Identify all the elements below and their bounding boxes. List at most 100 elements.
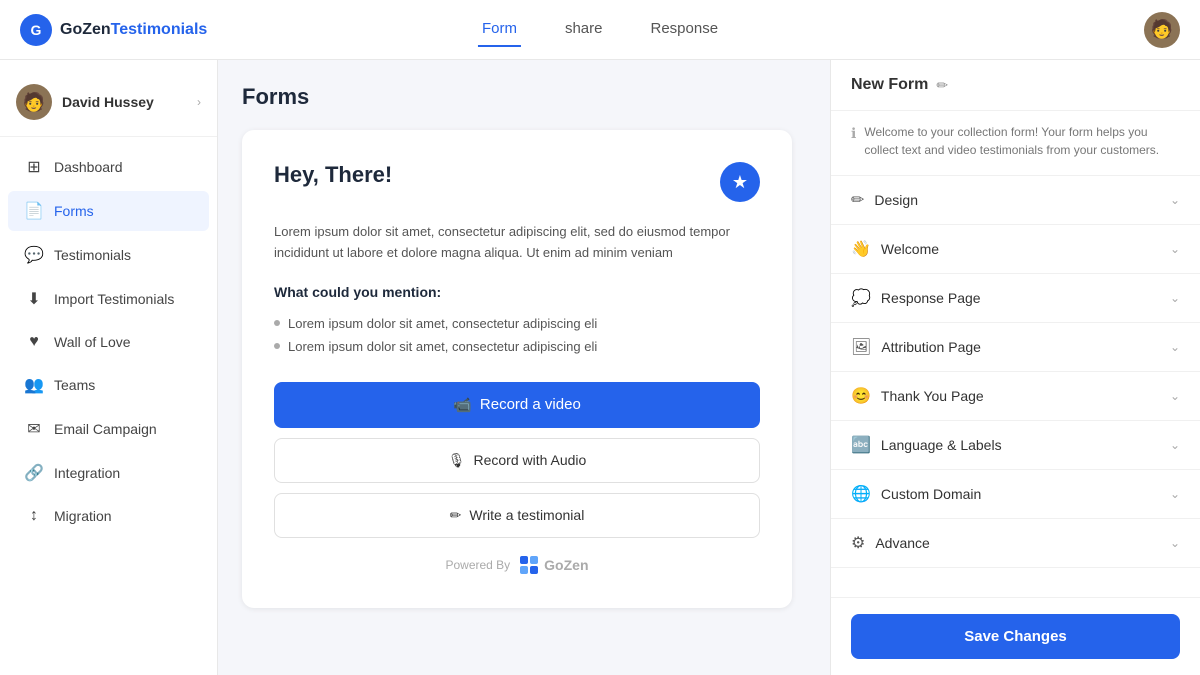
write-testimonial-button[interactable]: ✏ Write a testimonial xyxy=(274,493,760,538)
new-form-title: New Form xyxy=(851,76,928,94)
migration-icon: ↕ xyxy=(24,507,44,525)
mention-list: Lorem ipsum dolor sit amet, consectetur … xyxy=(274,312,760,358)
sidebar-label-testimonials: Testimonials xyxy=(54,247,131,263)
sidebar-label-wall-of-love: Wall of Love xyxy=(54,334,131,350)
accordion-response-page-header[interactable]: 💭 Response Page ⌄ xyxy=(831,274,1200,322)
accordion-response-page-label: Response Page xyxy=(881,290,981,306)
mention-title: What could you mention: xyxy=(274,284,760,300)
sidebar-item-teams[interactable]: 👥 Teams xyxy=(8,365,209,405)
sidebar: 🧑 David Hussey › ⊞ Dashboard 📄 Forms 💬 T… xyxy=(0,60,218,675)
accordion-custom-domain: 🌐 Custom Domain ⌄ xyxy=(831,470,1200,519)
user-row[interactable]: 🧑 David Hussey › xyxy=(0,76,217,137)
accordion-language-labels-left: 🔤 Language & Labels xyxy=(851,435,1002,455)
accordion-advance-header[interactable]: ⚙ Advance ⌄ xyxy=(831,519,1200,567)
accordion-welcome: 👋 Welcome ⌄ xyxy=(831,225,1200,274)
chevron-down-icon: ⌄ xyxy=(1170,487,1180,501)
chevron-down-icon: ⌄ xyxy=(1170,438,1180,452)
gozen-logo-svg xyxy=(518,554,540,576)
sidebar-user-name: David Hussey xyxy=(62,94,187,110)
wall-of-love-icon: ♥ xyxy=(24,333,44,351)
record-video-button[interactable]: 📹 Record a video xyxy=(274,382,760,428)
chevron-down-icon: ⌄ xyxy=(1170,340,1180,354)
email-icon: ✉ xyxy=(24,419,44,439)
sidebar-item-migration[interactable]: ↕ Migration xyxy=(8,497,209,535)
accordion-language-labels-header[interactable]: 🔤 Language & Labels ⌄ xyxy=(831,421,1200,469)
write-icon: ✏ xyxy=(450,507,462,524)
accordion-thank-you-page-label: Thank You Page xyxy=(881,388,984,404)
tab-response[interactable]: Response xyxy=(646,12,722,47)
thank-you-page-icon: 😊 xyxy=(851,386,871,406)
avatar: 🧑 xyxy=(1144,12,1180,48)
sidebar-label-teams: Teams xyxy=(54,377,95,393)
sidebar-item-wall-of-love[interactable]: ♥ Wall of Love xyxy=(8,323,209,361)
sidebar-label-integration: Integration xyxy=(54,465,120,481)
sidebar-item-integration[interactable]: 🔗 Integration xyxy=(8,453,209,493)
edit-icon[interactable]: ✏ xyxy=(936,77,948,94)
accordion-design: ✏ Design ⌄ xyxy=(831,176,1200,225)
sidebar-label-email: Email Campaign xyxy=(54,421,157,437)
form-info-row: ℹ Welcome to your collection form! Your … xyxy=(831,111,1200,176)
list-item: Lorem ipsum dolor sit amet, consectetur … xyxy=(274,335,760,358)
sidebar-item-testimonials[interactable]: 💬 Testimonials xyxy=(8,235,209,275)
info-icon: ℹ xyxy=(851,125,856,142)
record-audio-label: Record with Audio xyxy=(473,452,586,468)
user-avatar-area[interactable]: 🧑 xyxy=(1144,12,1180,48)
accordion-advance-left: ⚙ Advance xyxy=(851,533,930,553)
accordion-welcome-left: 👋 Welcome xyxy=(851,239,939,259)
tab-form[interactable]: Form xyxy=(478,12,521,47)
import-icon: ⬇ xyxy=(24,289,44,309)
dashboard-icon: ⊞ xyxy=(24,157,44,177)
accordion-design-header[interactable]: ✏ Design ⌄ xyxy=(831,176,1200,224)
save-changes-button[interactable]: Save Changes xyxy=(851,614,1180,659)
write-label: Write a testimonial xyxy=(469,507,584,523)
sidebar-avatar: 🧑 xyxy=(16,84,52,120)
powered-by-label: Powered By xyxy=(445,558,510,572)
accordion-language-labels-label: Language & Labels xyxy=(881,437,1002,453)
tab-share[interactable]: share xyxy=(561,12,607,47)
response-page-icon: 💭 xyxy=(851,288,871,308)
accordion-response-page: 💭 Response Page ⌄ xyxy=(831,274,1200,323)
forms-icon: 📄 xyxy=(24,201,44,221)
language-labels-icon: 🔤 xyxy=(851,435,871,455)
star-icon: ★ xyxy=(720,162,760,202)
accordion-attribution-page: 🖼 Attribution Page ⌄ xyxy=(831,323,1200,372)
welcome-icon: 👋 xyxy=(851,239,871,259)
sidebar-label-forms: Forms xyxy=(54,203,94,219)
sidebar-item-email-campaign[interactable]: ✉ Email Campaign xyxy=(8,409,209,449)
accordion-advance: ⚙ Advance ⌄ xyxy=(831,519,1200,568)
sidebar-label-migration: Migration xyxy=(54,508,112,524)
form-card-header: Hey, There! ★ xyxy=(274,162,760,202)
video-icon: 📹 xyxy=(453,396,472,414)
chevron-down-icon: ⌄ xyxy=(1170,389,1180,403)
accordion-welcome-header[interactable]: 👋 Welcome ⌄ xyxy=(831,225,1200,273)
accordion-custom-domain-header[interactable]: 🌐 Custom Domain ⌄ xyxy=(831,470,1200,518)
form-preview-card: Hey, There! ★ Lorem ipsum dolor sit amet… xyxy=(242,130,792,608)
attribution-page-icon: 🖼 xyxy=(851,337,871,357)
accordion-thank-you-page-header[interactable]: 😊 Thank You Page ⌄ xyxy=(831,372,1200,420)
accordion-attribution-page-header[interactable]: 🖼 Attribution Page ⌄ xyxy=(831,323,1200,371)
teams-icon: 👥 xyxy=(24,375,44,395)
sidebar-item-dashboard[interactable]: ⊞ Dashboard xyxy=(8,147,209,187)
sidebar-item-forms[interactable]: 📄 Forms xyxy=(8,191,209,231)
chevron-down-icon: ⌄ xyxy=(1170,291,1180,305)
right-panel: New Form ✏ ℹ Welcome to your collection … xyxy=(830,60,1200,675)
record-audio-button[interactable]: 🎙 Record with Audio xyxy=(274,438,760,483)
record-video-label: Record a video xyxy=(480,396,581,413)
logo-gozen: GoZen xyxy=(60,21,111,38)
accordion-response-page-left: 💭 Response Page xyxy=(851,288,981,308)
design-icon: ✏ xyxy=(851,190,864,210)
form-description: Lorem ipsum dolor sit amet, consectetur … xyxy=(274,222,760,264)
chevron-down-icon: ⌄ xyxy=(1170,193,1180,207)
topnav: G GoZenTestimonials Form share Response … xyxy=(0,0,1200,60)
right-panel-header: New Form ✏ xyxy=(831,60,1200,111)
accordion-custom-domain-label: Custom Domain xyxy=(881,486,981,502)
page-title: Forms xyxy=(242,84,806,110)
content-area: Forms Hey, There! ★ Lorem ipsum dolor si… xyxy=(218,60,830,675)
sidebar-item-import[interactable]: ⬇ Import Testimonials xyxy=(8,279,209,319)
accordion-design-label: Design xyxy=(874,192,918,208)
accordion-thank-you-page: 😊 Thank You Page ⌄ xyxy=(831,372,1200,421)
accordion-welcome-label: Welcome xyxy=(881,241,939,257)
form-greeting: Hey, There! xyxy=(274,162,392,188)
sidebar-label-import: Import Testimonials xyxy=(54,291,174,307)
chevron-down-icon: ⌄ xyxy=(1170,536,1180,550)
